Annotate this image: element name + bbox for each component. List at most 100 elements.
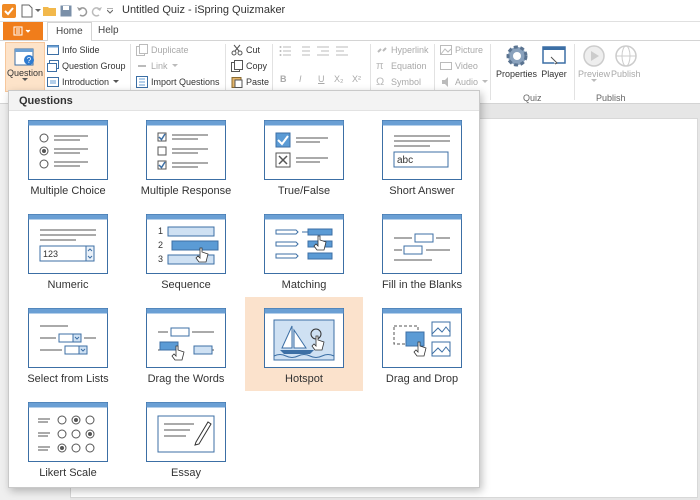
decrease-indent-icon[interactable] — [317, 43, 329, 59]
cut-button[interactable]: Cut — [231, 42, 260, 58]
audio-button[interactable]: Audio — [440, 74, 489, 90]
chevron-down-icon — [171, 64, 178, 67]
question-type-label: Drag and Drop — [385, 373, 459, 385]
question-group-button[interactable]: Question Group — [47, 58, 126, 74]
increase-indent-icon[interactable] — [336, 43, 348, 59]
paste-label: Paste — [246, 77, 270, 87]
equation-button[interactable]: π Equation — [376, 58, 427, 74]
question-type-menu: Questions Multiple Choice Multiple Respo… — [8, 90, 480, 488]
copy-icon — [231, 60, 243, 72]
video-label: Video — [455, 61, 478, 71]
info-slide-button[interactable]: Info Slide — [47, 42, 100, 58]
cut-label: Cut — [246, 45, 261, 55]
window-title: Untitled Quiz - iSpring Quizmaker — [122, 4, 286, 16]
question-type-matching[interactable]: Matching — [245, 209, 363, 303]
duplicate-button[interactable]: Duplicate — [136, 42, 189, 58]
group-label-publish: Publish — [596, 93, 626, 103]
introduction-icon — [47, 77, 59, 87]
question-type-label: Essay — [171, 467, 201, 479]
info-slide-label: Info Slide — [62, 45, 100, 55]
link-icon — [138, 65, 146, 67]
svg-text:abc: abc — [397, 155, 413, 166]
underline-button[interactable]: U — [318, 71, 325, 87]
numbered-list-icon[interactable] — [298, 43, 310, 59]
question-type-true-false[interactable]: True/False — [245, 115, 363, 209]
short-answer-icon: abc — [382, 120, 462, 180]
menu-title: Questions — [19, 95, 73, 107]
video-button[interactable]: Video — [440, 58, 478, 74]
ribbon-separator — [574, 44, 575, 100]
question-type-fill-in-the-blanks[interactable]: Fill in the Blanks — [363, 209, 481, 303]
question-type-sequence[interactable]: 1 2 3 Sequence — [127, 209, 245, 303]
question-type-multiple-choice[interactable]: Multiple Choice — [9, 115, 127, 209]
svg-text:123: 123 — [43, 249, 58, 259]
player-icon — [542, 46, 566, 65]
link-button[interactable]: Link — [136, 58, 179, 74]
chevron-down-icon[interactable] — [34, 3, 42, 19]
question-type-numeric[interactable]: 123 Numeric — [9, 209, 127, 303]
picture-label: Picture — [455, 45, 484, 55]
bullet-list-icon[interactable] — [279, 43, 291, 59]
bold-button[interactable]: B — [280, 71, 287, 87]
introduction-button[interactable]: Introduction — [47, 74, 120, 90]
hyperlink-label: Hyperlink — [391, 45, 429, 55]
tab-home[interactable]: Home — [47, 22, 92, 41]
chevron-down-icon — [482, 80, 489, 83]
player-label: Player — [541, 69, 567, 79]
question-type-multiple-response[interactable]: Multiple Response — [127, 115, 245, 209]
import-questions-button[interactable]: Import Questions — [136, 74, 220, 90]
sequence-icon: 1 2 3 — [146, 214, 226, 274]
svg-text:3: 3 — [158, 254, 163, 264]
properties-button[interactable]: Properties — [496, 43, 537, 79]
multiple-choice-icon — [28, 120, 108, 180]
italic-button[interactable]: I — [299, 71, 302, 87]
question-type-label: Numeric — [47, 279, 89, 291]
drag-the-words-icon — [146, 308, 226, 368]
subscript-button[interactable]: X₂ — [334, 71, 344, 87]
publish-button[interactable]: Publish — [611, 43, 641, 79]
question-icon: ? — [14, 48, 34, 66]
question-type-drag-and-drop[interactable]: Drag and Drop — [363, 303, 481, 397]
superscript-button[interactable]: X² — [352, 71, 361, 87]
numeric-icon: 123 — [28, 214, 108, 274]
publish-label: Publish — [611, 69, 641, 79]
open-folder-icon[interactable] — [43, 3, 57, 19]
hyperlink-button[interactable]: Hyperlink — [376, 42, 429, 58]
preview-button[interactable]: Preview — [578, 43, 610, 83]
gear-icon — [506, 45, 528, 67]
question-button[interactable]: ? Question — [5, 42, 45, 92]
hotspot-icon — [264, 308, 344, 368]
question-type-short-answer[interactable]: abc Short Answer — [363, 115, 481, 209]
ribbon-separator — [490, 44, 491, 100]
question-button-label: Question — [6, 68, 44, 78]
player-button[interactable]: Player — [541, 43, 567, 79]
redo-icon[interactable] — [90, 3, 104, 19]
question-type-label: Multiple Choice — [30, 185, 106, 197]
question-type-select-from-lists[interactable]: Select from Lists — [9, 303, 127, 397]
customize-quick-access-icon[interactable] — [106, 3, 114, 19]
question-type-label: Short Answer — [389, 185, 455, 197]
app-icon — [2, 4, 16, 18]
audio-label: Audio — [455, 77, 479, 87]
question-type-hotspot[interactable]: Hotspot — [245, 297, 363, 391]
new-file-icon[interactable] — [20, 3, 34, 19]
picture-icon — [440, 45, 452, 55]
introduction-label: Introduction — [62, 77, 110, 87]
paste-button[interactable]: Paste — [231, 74, 269, 90]
svg-text:?: ? — [27, 56, 32, 65]
copy-button[interactable]: Copy — [231, 58, 267, 74]
question-type-essay[interactable]: Essay — [127, 397, 245, 491]
question-type-likert-scale[interactable]: Likert Scale — [9, 397, 127, 491]
question-type-drag-the-words[interactable]: Drag the Words — [127, 303, 245, 397]
save-icon[interactable] — [59, 3, 73, 19]
picture-button[interactable]: Picture — [440, 42, 483, 58]
undo-icon[interactable] — [75, 3, 89, 19]
svg-text:1: 1 — [158, 226, 163, 236]
symbol-button[interactable]: Ω Symbol — [376, 74, 421, 90]
fill-in-the-blanks-icon — [382, 214, 462, 274]
matching-icon — [264, 214, 344, 274]
properties-label: Properties — [496, 69, 538, 79]
file-menu-button[interactable] — [3, 22, 43, 40]
tab-help[interactable]: Help — [90, 22, 127, 40]
drag-and-drop-icon — [382, 308, 462, 368]
